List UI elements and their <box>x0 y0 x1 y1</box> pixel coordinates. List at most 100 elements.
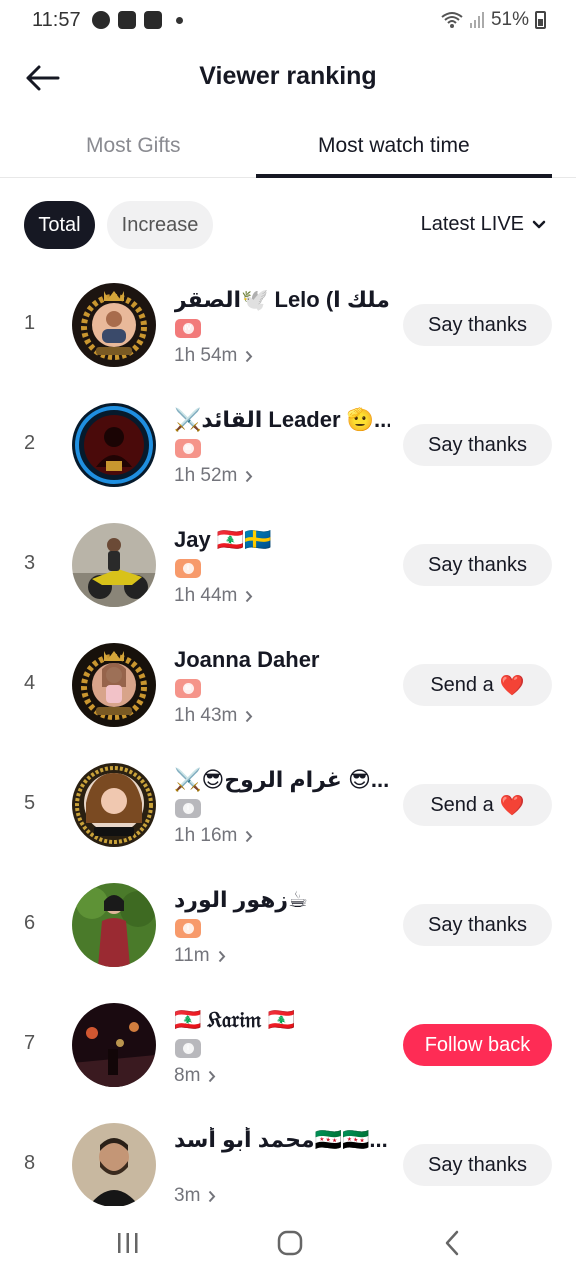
notification-icons <box>92 11 183 29</box>
say-thanks-button[interactable]: Say thanks <box>403 544 552 586</box>
watch-time[interactable]: 1h 52m <box>174 465 253 487</box>
viewer-name: ⚔️القائد Leader 🫡... <box>174 407 390 432</box>
avatar[interactable] <box>72 523 156 607</box>
chevron-right-icon <box>209 1190 216 1202</box>
filter-total-chip[interactable]: Total <box>24 201 95 249</box>
status-time: 11:57 <box>32 9 81 31</box>
avatar[interactable] <box>72 883 156 967</box>
avatar[interactable] <box>72 1123 156 1207</box>
send-heart-button[interactable]: Send a ❤️ <box>403 784 552 826</box>
watch-time[interactable]: 1h 16m <box>174 825 253 847</box>
viewer-name: 🇱🇧 𝔎𝔞𝔯𝔦𝔪 🇱🇧 <box>174 1007 295 1032</box>
watch-time-value: 1h 16m <box>174 825 238 846</box>
viewer-row[interactable]: 4 Joanna Daher III 1h 43m Send a ❤️ <box>0 643 576 763</box>
filter-row: Total Increase Latest LIVE <box>0 201 576 249</box>
wifi-icon <box>441 12 463 28</box>
header: Viewer ranking <box>0 50 576 106</box>
filter-increase-chip[interactable]: Increase <box>107 201 213 249</box>
watch-time-value: 11m <box>174 945 210 966</box>
battery-icon <box>535 11 546 29</box>
fan-level-badge: I <box>175 559 201 578</box>
signal-icon <box>469 12 484 28</box>
system-navigation-bar <box>0 1206 576 1280</box>
viewer-name: الصقر🕊️ Lelo (ملك ا... <box>174 287 390 312</box>
latest-live-dropdown[interactable]: Latest LIVE <box>421 213 546 236</box>
rank-number: 7 <box>24 1032 36 1054</box>
fan-level-badge: I <box>175 799 201 818</box>
battery-level: 51% <box>490 9 529 30</box>
watch-time-value: 1h 43m <box>174 705 238 726</box>
watch-time[interactable]: 11m <box>174 945 226 967</box>
tab-most-gifts[interactable]: Most Gifts <box>86 134 181 158</box>
fan-level-badge: III <box>175 439 201 458</box>
viewer-row[interactable]: 3 Jay 🇱🇧🇸🇪 I 1h 44m Say thanks <box>0 523 576 643</box>
viewer-name: محمد أبو أسد🇸🇾🇸🇾... <box>174 1127 388 1152</box>
status-bar: 11:57 51% <box>0 0 576 42</box>
viewer-row[interactable]: 5 ⚔️😎غرام الروح 😎... I 1h 16m Send a ❤️ <box>0 763 576 883</box>
gallery-icon <box>118 11 136 29</box>
heart-icon: ❤️ <box>499 794 525 817</box>
back-chevron-icon <box>445 1230 459 1256</box>
rank-number: 1 <box>24 312 36 334</box>
avatar[interactable] <box>72 763 156 847</box>
fan-level-badge: I <box>175 919 201 938</box>
rank-number: 2 <box>24 432 36 454</box>
avatar[interactable] <box>72 643 156 727</box>
rank-number: 4 <box>24 672 36 694</box>
avatar[interactable] <box>72 283 156 367</box>
chevron-right-icon <box>246 830 253 842</box>
rank-number: 5 <box>24 792 36 814</box>
say-thanks-button[interactable]: Say thanks <box>403 304 552 346</box>
fan-level-badge: I <box>175 1039 201 1058</box>
chevron-right-icon <box>246 590 253 602</box>
send-heart-button[interactable]: Send a ❤️ <box>403 664 552 706</box>
chevron-right-icon <box>246 470 253 482</box>
whatsapp-icon <box>92 11 110 29</box>
watch-time[interactable]: 1h 43m <box>174 705 253 727</box>
rank-number: 6 <box>24 912 36 934</box>
watch-time-value: 3m <box>174 1185 201 1206</box>
watch-time[interactable]: 1h 54m <box>174 345 253 367</box>
avatar[interactable] <box>72 403 156 487</box>
latest-live-label: Latest LIVE <box>420 213 524 235</box>
fan-level-badge: III <box>175 679 201 698</box>
viewer-row[interactable]: 2 ⚔️القائد Leader 🫡... III 1h 52m Say th… <box>0 403 576 523</box>
say-thanks-button[interactable]: Say thanks <box>403 424 552 466</box>
watch-time-value: 1h 54m <box>174 345 238 366</box>
system-indicators: 51% <box>441 9 546 31</box>
watch-time-value: 1h 44m <box>174 585 238 606</box>
watch-time[interactable]: 8m <box>174 1065 216 1087</box>
viewer-row[interactable]: 6 زهور الورد☕ I 11m Say thanks <box>0 883 576 1003</box>
watch-time-value: 1h 52m <box>174 465 238 486</box>
chevron-right-icon <box>218 950 225 962</box>
active-tab-indicator <box>256 174 552 178</box>
viewer-name: Joanna Daher <box>174 647 320 672</box>
viewer-name: Jay 🇱🇧🇸🇪 <box>174 527 272 552</box>
recent-apps-icon <box>118 1233 138 1253</box>
home-icon <box>277 1230 303 1256</box>
watch-time-value: 8m <box>174 1065 201 1086</box>
page-title: Viewer ranking <box>199 62 377 90</box>
back-nav-button[interactable] <box>432 1226 472 1260</box>
home-button[interactable] <box>270 1226 310 1260</box>
say-thanks-button[interactable]: Say thanks <box>403 904 552 946</box>
chevron-down-icon <box>532 220 546 228</box>
watch-time[interactable]: 3m <box>174 1185 216 1207</box>
chevron-right-icon <box>209 1070 216 1082</box>
rank-number: 3 <box>24 552 36 574</box>
say-thanks-button[interactable]: Say thanks <box>403 1144 552 1186</box>
watch-time[interactable]: 1h 44m <box>174 585 253 607</box>
tab-bar: Most Gifts Most watch time <box>0 122 576 178</box>
avatar[interactable] <box>72 1003 156 1087</box>
recent-apps-button[interactable] <box>108 1226 148 1260</box>
camera-icon <box>144 11 162 29</box>
rank-number: 8 <box>24 1152 36 1174</box>
follow-back-button[interactable]: Follow back <box>403 1024 552 1066</box>
tab-most-watch-time[interactable]: Most watch time <box>318 134 470 158</box>
viewer-name: ⚔️😎غرام الروح 😎... <box>174 767 390 792</box>
viewer-row[interactable]: 1 الصقر🕊️ Lelo (ملك ا... IV 1h 54m Say t… <box>0 283 576 403</box>
viewer-row[interactable]: 7 🇱🇧 𝔎𝔞𝔯𝔦𝔪 🇱🇧 I 8m Follow back <box>0 1003 576 1123</box>
chevron-right-icon <box>246 350 253 362</box>
fan-level-badge: IV <box>175 319 201 338</box>
chevron-right-icon <box>246 710 253 722</box>
